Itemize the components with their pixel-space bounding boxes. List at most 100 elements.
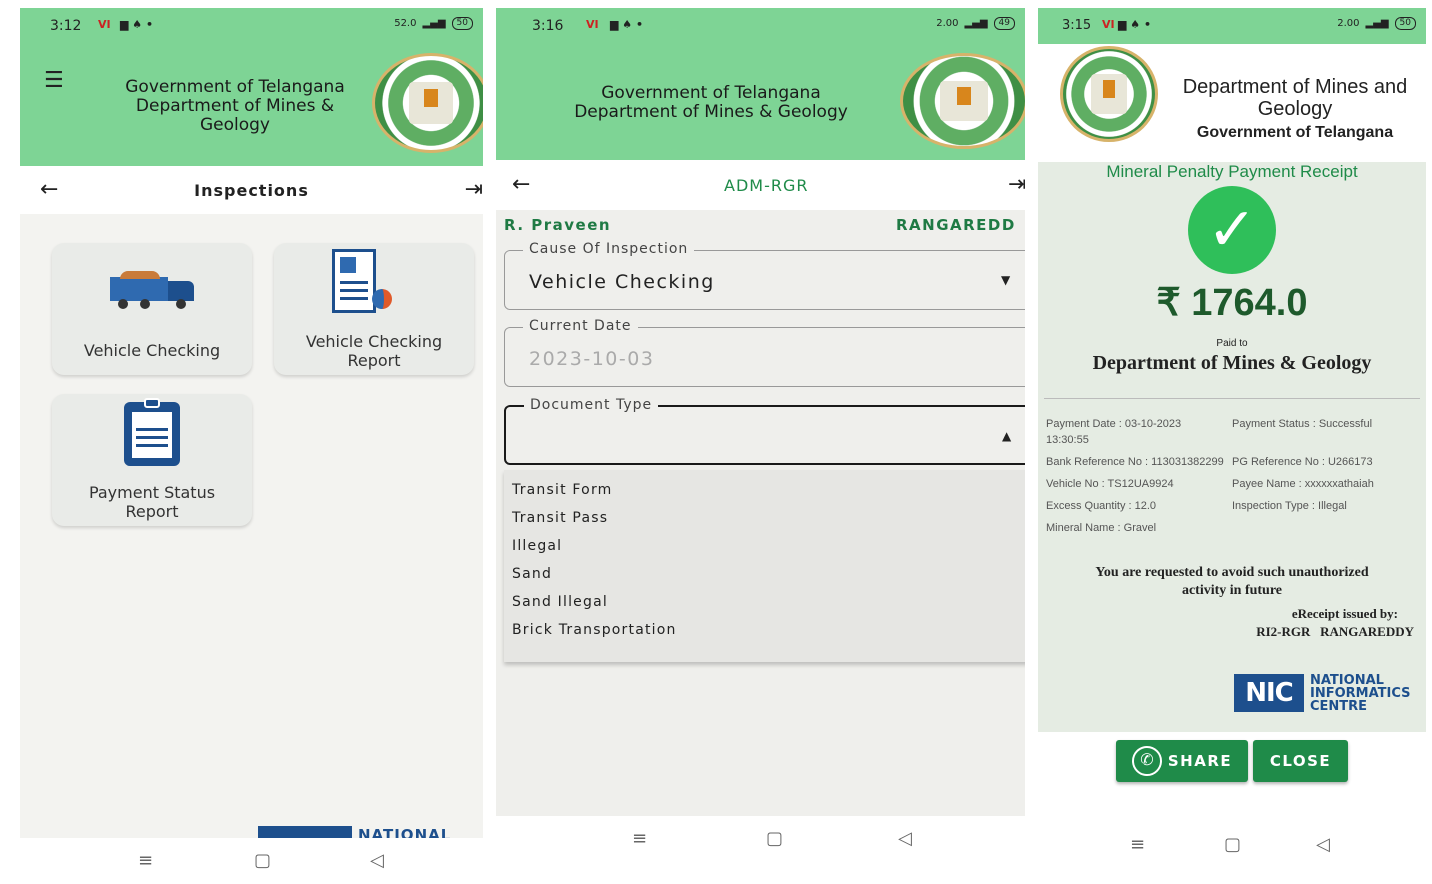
status-bar: 3:12 VI ▆ ♠ • 52.0 ▂▄▆ 50 [20,8,483,44]
receipt-header: Department of Mines and Geology Governme… [1038,44,1426,162]
menu-icon[interactable]: ☰ [44,70,64,92]
card-label: Vehicle Checking Report [274,332,474,370]
logout-icon[interactable]: ⇥ [1008,174,1025,196]
card-label: Vehicle Checking [83,341,221,360]
status-bar: 3:16 VI ▆ ♠ • 2.00 ▂▄▆ 49 [496,8,1025,44]
card-label: Payment Status Report [52,483,252,521]
district-name: RANGAREDD [896,216,1016,234]
date-value: 2023-10-03 [529,348,655,370]
warning-line2: activity in future [1181,583,1283,598]
carrier-icon: VI [98,18,111,31]
warning-line1: You are requested to avoid such unauthor… [1095,565,1369,580]
home-icon[interactable]: ▢ [1224,834,1241,855]
nav-bar: ← ADM-RGR ⇥ [496,160,1025,210]
status-time: 3:15 [1062,18,1092,33]
status-right: 52.0 ▂▄▆ 50 [394,17,473,30]
option-illegal[interactable]: Illegal [512,538,562,554]
payment-time: 13:30:55 [1046,434,1089,446]
divider [1044,398,1420,399]
inspection-type: Inspection Type : Illegal [1232,500,1347,512]
option-sand[interactable]: Sand [512,566,552,582]
receipt-body: Mineral Penalty Payment Receipt ✓ ₹ 1764… [1038,162,1426,732]
nic-logo-partial [258,826,352,838]
nav-title: Inspections [194,181,309,200]
success-check-icon: ✓ [1188,186,1276,274]
header-line1: Government of Telangana [125,77,345,97]
cause-value: Vehicle Checking [529,271,715,293]
back-arrow-icon[interactable]: ← [512,174,530,196]
back-icon[interactable]: ◁ [1316,834,1330,855]
signal-icon: ▂▄▆ [964,18,988,29]
home-icon[interactable]: ▢ [254,850,271,871]
cause-of-inspection-select[interactable]: Cause Of Inspection Vehicle Checking ▼ [504,241,1025,310]
phone-screen-receipt: 3:15 VI ▆ ♠ • 2.00 ▂▄▆ 50 Department of Mi… [1038,8,1426,795]
share-button[interactable]: ✆ SHARE [1116,740,1248,782]
status-bar-bg: 3:15 VI ▆ ♠ • 2.00 ▂▄▆ 50 [1038,8,1426,44]
recents-icon[interactable]: ≡ [632,828,647,849]
phone-screen-inspections: 3:12 VI ▆ ♠ • 52.0 ▂▄▆ 50 ☰ Government of … [20,8,483,838]
card-label-line2: Report [125,502,179,521]
clipboard-icon [124,398,180,466]
battery-icon: 50 [1394,17,1416,30]
back-icon[interactable]: ◁ [370,850,384,871]
recents-icon[interactable]: ≡ [1130,834,1145,855]
card-label-line1: Payment Status [88,483,216,502]
status-bar: 3:15 VI ▆ ♠ • 2.00 ▂▄▆ 50 [1038,8,1426,44]
net-speed: 2.00 [936,18,959,29]
option-transit-form[interactable]: Transit Form [512,482,613,498]
document-type-label: Document Type [524,397,659,413]
header-line3: Geology [199,115,270,135]
report-document-icon [332,249,392,319]
close-label: CLOSE [1269,752,1332,770]
payment-status-report-card[interactable]: Payment Status Report [52,394,252,526]
dropdown-up-arrow-icon: ▲ [1002,429,1012,443]
option-sand-illegal[interactable]: Sand Illegal [512,594,608,610]
pg-reference: PG Reference No : U266173 [1232,456,1373,468]
payee-dept: Department of Mines & Geology [1092,352,1372,374]
system-nav-bar-2: ≡ ▢ ◁ [496,816,1025,862]
option-transit-pass[interactable]: Transit Pass [512,510,608,526]
issued-by-label: eReceipt issued by: [1291,606,1398,621]
paid-to-label: Paid to [1216,338,1248,349]
status-time: 3:12 [50,18,82,34]
dept-line2: Geology [1257,98,1333,120]
document-type-select[interactable]: Document Type ▲ [504,397,1025,465]
system-nav-bar-1: ≡ ▢ ◁ [20,838,483,884]
vehicle-checking-report-card[interactable]: Vehicle Checking Report [274,243,474,375]
telangana-seal-icon [372,53,483,153]
bank-reference: Bank Reference No : 113031382299 [1046,456,1224,468]
close-button[interactable]: CLOSE [1253,740,1348,782]
battery-icon: 50 [451,17,473,30]
nav-title: ADM-RGR [724,176,809,195]
header-title: Government of Telangana Department of Mi… [526,84,896,122]
status-time: 3:16 [532,18,564,34]
net-speed: 2.00 [1337,18,1360,29]
carrier-icon: VI [586,18,599,31]
vehicle-no: Vehicle No : TS12UA9924 [1046,478,1174,490]
nav-bar: ← Inspections ⇥ [20,166,483,214]
back-icon[interactable]: ◁ [898,828,912,849]
header-title: Government of Telangana Department of Mi… [100,78,370,135]
app-header: 3:16 VI ▆ ♠ • 2.00 ▂▄▆ 49 Government of Te… [496,8,1025,160]
home-icon[interactable]: ▢ [766,828,783,849]
warning-text: You are requested to avoid such unauthor… [1038,564,1426,600]
recents-icon[interactable]: ≡ [138,850,153,871]
notification-icons: ▆ ♠ • [610,18,644,31]
telangana-seal-icon [1060,46,1158,142]
vehicle-checking-card[interactable]: Vehicle Checking [52,243,252,375]
logout-icon[interactable]: ⇥ [465,179,483,201]
current-date-field: Current Date 2023-10-03 [504,318,1025,387]
payee-name: Payee Name : xxxxxxathaiah [1232,478,1374,490]
header-line2: Department of Mines & [135,96,335,116]
truck-icon [110,271,196,311]
signal-icon: ▂▄▆ [1365,18,1389,29]
status-right: 2.00 ▂▄▆ 50 [1337,17,1416,30]
card-label-line1: Vehicle Checking [305,332,443,351]
document-type-options: Transit Form Transit Pass Illegal Sand S… [504,470,1025,662]
whatsapp-icon: ✆ [1132,746,1162,776]
net-speed: 52.0 [394,18,417,29]
notification-icons: ▆ ♠ • [120,18,154,31]
battery-icon: 49 [993,17,1015,30]
amount: ₹ 1764.0 [1156,282,1308,324]
option-brick-transportation[interactable]: Brick Transportation [512,622,677,638]
